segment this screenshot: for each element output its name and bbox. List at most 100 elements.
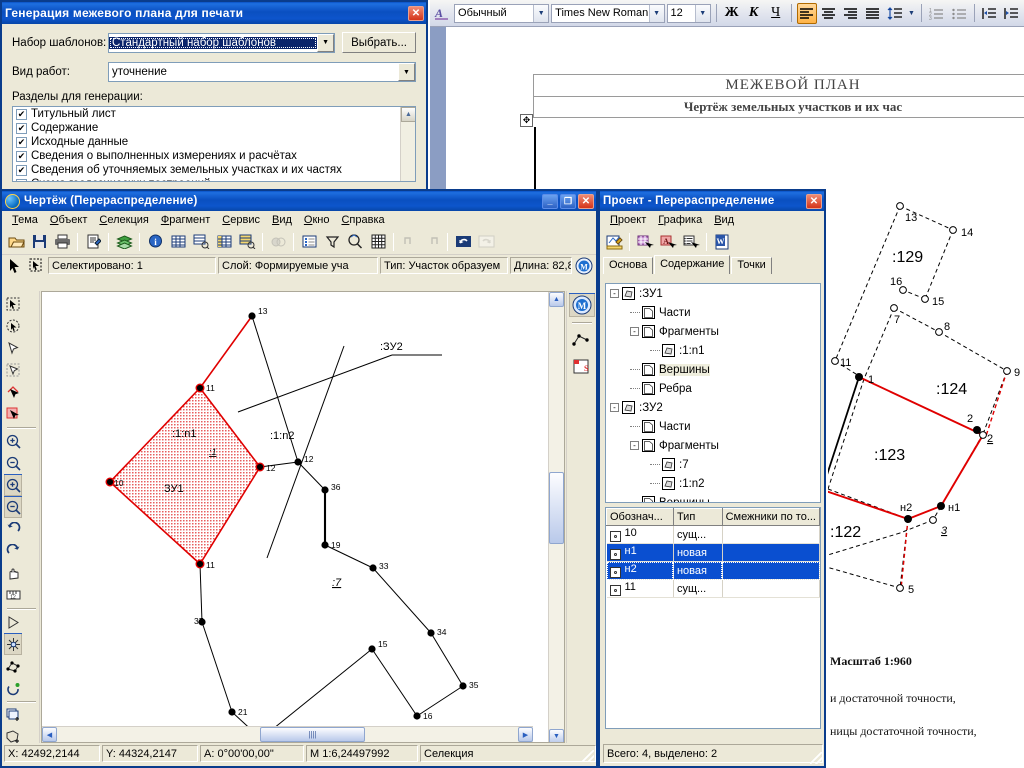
rotate-object-icon[interactable] <box>4 677 22 699</box>
resize-grip[interactable] <box>810 752 822 764</box>
select-list-icon[interactable] <box>680 231 702 252</box>
rotate-cw-icon[interactable] <box>4 540 22 562</box>
points-grid[interactable]: Обознач...ТипСмежники по то... 10сущ...н… <box>605 507 821 729</box>
menu-draw-фрагмент[interactable]: Фрагмент <box>155 213 216 227</box>
list-icon[interactable] <box>298 231 320 252</box>
zoom-in-icon[interactable] <box>4 430 22 452</box>
add-layer-icon[interactable] <box>4 704 22 726</box>
resize-grip[interactable] <box>582 750 594 762</box>
bold-button[interactable]: Ж <box>722 3 742 24</box>
chevron-down-icon[interactable]: ▼ <box>695 5 710 22</box>
open-icon[interactable] <box>5 231 27 252</box>
menu-draw-окно[interactable]: Окно <box>298 213 336 227</box>
section-item[interactable]: ✔Схема геодезических построений <box>13 177 415 182</box>
print-icon[interactable] <box>51 231 73 252</box>
scroll-up-icon[interactable]: ▲ <box>401 107 416 122</box>
tree-node[interactable]: Части <box>606 303 820 322</box>
undo-icon[interactable] <box>452 231 474 252</box>
chevron-down-icon[interactable]: ▼ <box>533 5 548 22</box>
word-export-icon[interactable]: W <box>711 231 733 252</box>
scroll-up-icon[interactable]: ▲ <box>549 292 564 307</box>
polyline-tool-icon[interactable] <box>569 328 595 352</box>
project-content-tree[interactable]: -:ЗУ1Части-Фрагменты:1:n1ВершиныРебра-:З… <box>605 283 821 503</box>
arrow-select-icon[interactable] <box>4 256 24 275</box>
zoom-window-in-icon[interactable] <box>4 474 22 496</box>
scale-lock-icon[interactable]: M <box>574 256 594 275</box>
table-row[interactable]: 11сущ... <box>607 580 820 598</box>
checkbox-icon[interactable]: ✔ <box>16 179 27 183</box>
select-button[interactable]: Выбрать... <box>342 32 416 53</box>
close-button[interactable]: ✕ <box>408 6 424 21</box>
increase-indent-button[interactable] <box>1002 3 1022 24</box>
info-icon[interactable]: i <box>144 231 166 252</box>
table-icon[interactable] <box>167 231 189 252</box>
tree-node[interactable]: -Фрагменты <box>606 322 820 341</box>
project-titlebar[interactable]: Проект - Перераспределение ✕ <box>600 191 824 211</box>
tree-expander-icon[interactable]: - <box>630 327 639 336</box>
canvas-hscrollbar[interactable]: ◀ |||| ▶ <box>42 726 533 742</box>
sections-scrollbar[interactable]: ▲ <box>400 107 415 182</box>
tab-содержание[interactable]: Содержание <box>654 255 730 274</box>
dialog-titlebar[interactable]: Генерация межевого плана для печати ✕ <box>2 2 426 24</box>
tree-node[interactable]: :1:n1 <box>606 341 820 360</box>
checkbox-icon[interactable]: ✔ <box>16 151 27 162</box>
sections-list[interactable]: ✔Титульный лист✔Содержание✔Исходные данн… <box>12 106 416 182</box>
chevron-down-icon[interactable]: ▼ <box>649 5 664 22</box>
filter-icon[interactable] <box>321 231 343 252</box>
chevron-down-icon[interactable]: ▼ <box>398 63 415 81</box>
maximize-button[interactable]: ❐ <box>560 194 576 209</box>
select-rect-icon[interactable] <box>4 293 22 315</box>
underline-button[interactable]: Ч <box>766 3 786 24</box>
decrease-indent-button[interactable] <box>980 3 1000 24</box>
tree-expander-icon[interactable]: - <box>610 403 619 412</box>
section-item[interactable]: ✔Исходные данные <box>13 135 415 149</box>
section-item[interactable]: ✔Сведения о выполненных измерениях и рас… <box>13 149 415 163</box>
edit-plan-icon[interactable] <box>603 231 625 252</box>
font-combo[interactable]: Times New Roman ▼ <box>551 4 664 23</box>
menu-draw-объект[interactable]: Объект <box>44 213 93 227</box>
section-item[interactable]: ✔Сведения об уточняемых земельных участк… <box>13 163 415 177</box>
checkbox-icon[interactable]: ✔ <box>16 109 27 120</box>
scroll-right-icon[interactable]: ▶ <box>518 727 533 742</box>
select-node-icon[interactable] <box>4 359 22 381</box>
column-header[interactable]: Тип <box>673 509 722 526</box>
tree-node[interactable]: Вершины <box>606 493 820 503</box>
menu-proj-проект[interactable]: Проект <box>604 213 652 227</box>
align-justify-button[interactable] <box>863 3 883 24</box>
menu-draw-сервис[interactable]: Сервис <box>216 213 266 227</box>
bulleted-list-button[interactable] <box>949 3 969 24</box>
scroll-left-icon[interactable]: ◀ <box>42 727 57 742</box>
query-icon[interactable] <box>344 231 366 252</box>
tree-node[interactable]: -Фрагменты <box>606 436 820 455</box>
menu-proj-графика[interactable]: Графика <box>652 213 708 227</box>
drawing-titlebar[interactable]: Чертёж (Перераспределение) _ ❐ ✕ <box>2 191 596 211</box>
section-item[interactable]: ✔Титульный лист <box>13 107 415 121</box>
italic-button[interactable]: К <box>744 3 764 24</box>
tree-node[interactable]: Части <box>606 417 820 436</box>
measure-icon[interactable]: 12 <box>4 584 22 606</box>
tree-node[interactable]: :1:n2 <box>606 474 820 493</box>
table-export-icon[interactable] <box>190 231 212 252</box>
checkbox-icon[interactable]: ✔ <box>16 123 27 134</box>
grid-icon[interactable] <box>367 231 389 252</box>
drawing-menubar[interactable]: ТемаОбъектСелекцияФрагментСервисВидОкноС… <box>2 211 596 229</box>
tree-expander-icon[interactable]: - <box>630 441 639 450</box>
tab-точки[interactable]: Точки <box>731 257 771 274</box>
tab-основа[interactable]: Основа <box>603 257 653 274</box>
rect-select-icon[interactable] <box>26 256 46 275</box>
tree-node[interactable]: -:ЗУ2 <box>606 398 820 417</box>
table-columns-icon[interactable] <box>213 231 235 252</box>
arrow-icon[interactable] <box>4 611 22 633</box>
scale-lock-icon[interactable]: M <box>569 293 595 317</box>
zoom-out-icon[interactable] <box>4 452 22 474</box>
table-row[interactable]: н2новая <box>607 562 820 580</box>
vscroll-thumb[interactable] <box>549 472 564 544</box>
save-icon[interactable] <box>28 231 50 252</box>
hscroll-thumb[interactable]: |||| <box>260 727 365 742</box>
menu-proj-вид[interactable]: Вид <box>708 213 740 227</box>
select-objects-icon[interactable] <box>634 231 656 252</box>
tree-node[interactable]: Ребра <box>606 379 820 398</box>
align-center-button[interactable] <box>819 3 839 24</box>
pan-icon[interactable] <box>4 562 22 584</box>
rotate-ccw-icon[interactable] <box>4 518 22 540</box>
